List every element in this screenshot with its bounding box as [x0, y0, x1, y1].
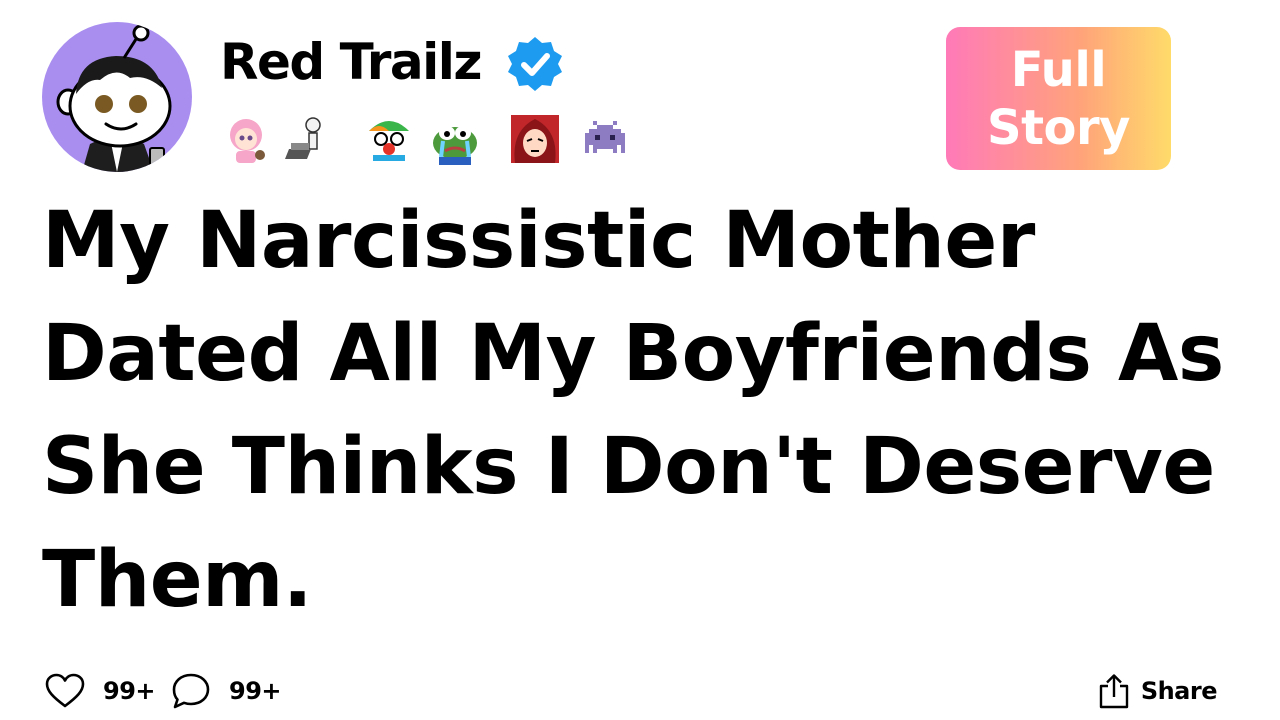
full-story-button[interactable]: Full Story: [946, 27, 1171, 170]
share-icon: [1099, 674, 1129, 709]
author-name[interactable]: Red Trailz: [220, 32, 483, 92]
heart-icon: [45, 673, 85, 708]
comment-bubble-icon: [172, 673, 210, 709]
full-story-line-2: Story: [987, 99, 1130, 156]
share-label: Share: [1140, 677, 1218, 705]
crying-frog-badge-icon: [433, 126, 477, 165]
post-title-line: She Thinks I Don't Deserve: [42, 422, 1215, 512]
like-count: 99+: [103, 677, 156, 705]
post-title-line: My Narcissistic Mother: [42, 196, 1035, 286]
comment-count: 99+: [229, 677, 282, 705]
post-title: My Narcissistic Mother Dated All My Boyf…: [42, 185, 1257, 637]
comment-button[interactable]: 99+: [171, 668, 282, 714]
skeleton-laptop-badge-icon: [285, 117, 321, 159]
like-button[interactable]: 99+: [45, 668, 156, 714]
clown-badge-icon: [365, 115, 413, 163]
post-title-line: Dated All My Boyfriends As: [42, 309, 1224, 399]
post-card: Red Trailz Full Story My Narcissistic Mo…: [0, 0, 1280, 720]
post-actions: 99+ 99+ Share: [45, 668, 1225, 714]
avatar[interactable]: [42, 22, 192, 172]
full-story-line-1: Full: [1010, 41, 1107, 98]
verified-badge-icon: [508, 37, 562, 91]
post-title-line: Them.: [42, 535, 313, 625]
reddit-snoo-avatar-icon: [56, 24, 172, 172]
anime-girl-badge-icon: [230, 119, 265, 163]
purple-space-invader-badge-icon: [585, 121, 625, 153]
share-button[interactable]: Share: [1097, 668, 1218, 714]
red-hair-girl-badge-icon: [511, 115, 559, 163]
